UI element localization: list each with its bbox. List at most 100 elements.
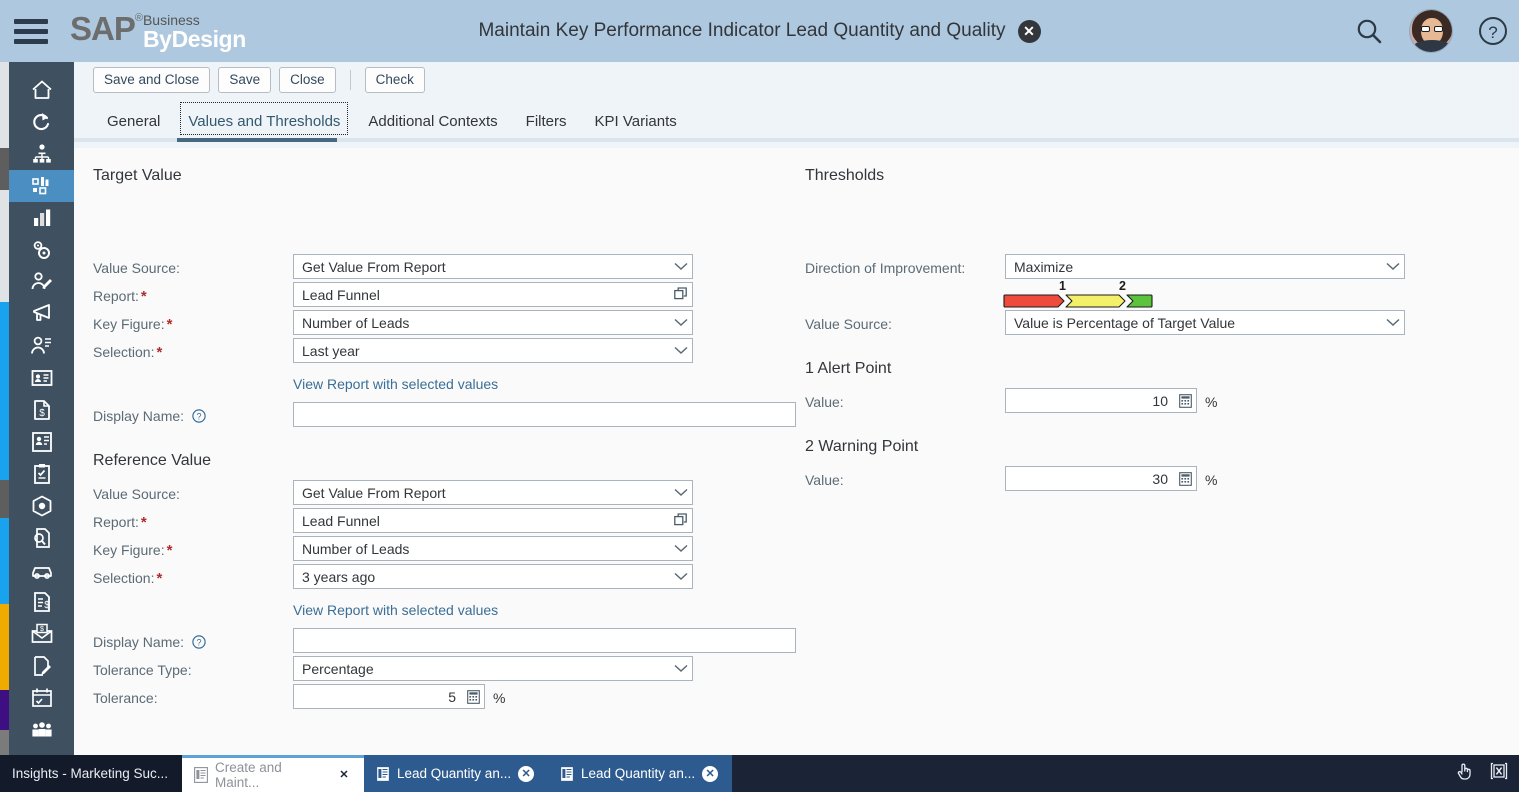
info-icon[interactable]: ? — [192, 409, 206, 426]
sidebar-item-dashboard[interactable] — [9, 170, 74, 202]
sidebar-item-org-chart[interactable] — [9, 138, 74, 170]
help-icon[interactable]: ? — [1473, 11, 1513, 51]
sidebar-item-calendar[interactable] — [9, 682, 74, 714]
close-icon[interactable]: ✕ — [702, 765, 719, 782]
taskbar-item-insights[interactable]: Insights - Marketing Suc... — [0, 755, 182, 792]
thresholds-value-source-select[interactable]: Value is Percentage of Target Value — [1005, 310, 1405, 335]
target-key-figure-value: Number of Leads — [302, 314, 410, 331]
calculator-icon[interactable] — [1174, 471, 1196, 486]
reference-view-report-link[interactable]: View Report with selected values — [293, 602, 498, 618]
sidebar-item-person-list[interactable] — [9, 330, 74, 362]
tab-kpi-variants[interactable]: KPI Variants — [581, 104, 691, 138]
tab-additional-contexts-label: Additional Contexts — [368, 112, 498, 130]
sidebar-item-people[interactable] — [9, 714, 74, 746]
target-key-figure-select[interactable]: Number of Leads — [293, 310, 693, 335]
threshold-segment-alert — [1003, 294, 1065, 308]
chevron-down-icon[interactable] — [670, 544, 692, 553]
accent-strip-blue-1 — [0, 302, 9, 480]
close-window-icon[interactable] — [1489, 761, 1509, 786]
chevron-down-icon[interactable] — [670, 262, 692, 271]
taskbar-item-lead-quantity-2[interactable]: Lead Quantity an... ✕ — [548, 755, 732, 792]
chevron-down-icon[interactable] — [1382, 262, 1404, 271]
sidebar-item-financials[interactable]: $ — [9, 586, 74, 618]
calculator-icon[interactable] — [1174, 393, 1196, 408]
alert-point-value-input[interactable]: 10 — [1005, 388, 1197, 413]
thresholds-value-source-label: Value Source: — [805, 316, 892, 332]
chevron-down-icon[interactable] — [670, 318, 692, 327]
taskbar-item-lead-quantity-1[interactable]: Lead Quantity an... ✕ — [364, 755, 548, 792]
reference-display-name-label: Display Name: ? — [93, 634, 206, 652]
reference-selection-select[interactable]: 3 years ago — [293, 564, 693, 589]
dashboard-icon — [31, 177, 48, 195]
target-selection-select[interactable]: Last year — [293, 338, 693, 363]
svg-text:?: ? — [1488, 23, 1497, 42]
sidebar-item-travel[interactable] — [9, 554, 74, 586]
tab-filters[interactable]: Filters — [512, 104, 581, 138]
reference-value-source-select[interactable]: Get Value From Report — [293, 480, 693, 505]
sidebar-item-person-edit[interactable] — [9, 266, 74, 298]
save-and-close-button[interactable]: Save and Close — [93, 67, 211, 93]
save-button[interactable]: Save — [218, 67, 272, 93]
sidebar-item-contacts[interactable] — [9, 362, 74, 394]
required-marker: * — [156, 570, 163, 587]
app-header: SAP ® Business ByDesign Maintain Key Per… — [0, 0, 1519, 62]
target-value-source-select[interactable]: Get Value From Report — [293, 254, 693, 279]
threshold-segment-warning — [1065, 294, 1126, 308]
warning-point-value: 30 — [1152, 470, 1168, 487]
chevron-down-icon[interactable] — [670, 488, 692, 497]
sidebar-item-refresh[interactable] — [9, 106, 74, 138]
alert-point-title: 1 Alert Point — [805, 360, 892, 377]
tolerance-type-select[interactable]: Percentage — [293, 656, 693, 681]
sidebar-item-payroll[interactable] — [9, 426, 74, 458]
direction-of-improvement-select[interactable]: Maximize — [1005, 254, 1405, 279]
sidebar-item-products[interactable] — [9, 490, 74, 522]
header-actions: ? — [1349, 0, 1513, 62]
hand-pointer-icon[interactable] — [1455, 761, 1475, 786]
avatar[interactable] — [1409, 9, 1453, 53]
svg-text:$: $ — [39, 408, 45, 419]
chevron-down-icon[interactable] — [1382, 318, 1404, 327]
tab-values-and-thresholds[interactable]: Values and Thresholds — [174, 102, 354, 138]
target-view-report-link[interactable]: View Report with selected values — [293, 376, 498, 392]
taskbar-item-create-and-maintain[interactable]: Create and Maint... ✕ — [182, 755, 364, 792]
invoice-document-icon: $ — [33, 400, 50, 420]
close-icon[interactable]: ✕ — [336, 767, 352, 783]
close-icon[interactable]: ✕ — [518, 765, 535, 782]
target-display-name-input[interactable] — [293, 402, 796, 427]
warning-point-value-input[interactable]: 30 — [1005, 466, 1197, 491]
close-icon[interactable]: ✕ — [1017, 19, 1041, 43]
search-icon[interactable] — [1349, 11, 1389, 51]
tab-general[interactable]: General — [93, 104, 174, 138]
sidebar-item-bar-chart[interactable] — [9, 202, 74, 234]
person-list-icon — [30, 336, 51, 354]
reference-report-input[interactable]: Lead Funnel — [293, 508, 693, 533]
chevron-down-icon[interactable] — [670, 346, 692, 355]
chevron-down-icon[interactable] — [670, 572, 692, 581]
calculator-icon[interactable] — [462, 689, 484, 704]
value-help-icon[interactable] — [670, 513, 692, 528]
sidebar-item-tasks[interactable] — [9, 458, 74, 490]
sidebar-item-invoice[interactable]: $ — [9, 394, 74, 426]
reference-key-figure-select[interactable]: Number of Leads — [293, 536, 693, 561]
close-button[interactable]: Close — [279, 67, 336, 93]
sidebar-item-campaigns[interactable] — [9, 298, 74, 330]
hamburger-menu-icon[interactable] — [0, 0, 62, 62]
sidebar-item-home[interactable] — [9, 74, 74, 106]
sidebar-item-settings[interactable] — [9, 234, 74, 266]
tab-additional-contexts[interactable]: Additional Contexts — [354, 104, 511, 138]
tolerance-value: 5 — [448, 688, 456, 705]
tolerance-input[interactable]: 5 — [293, 684, 485, 709]
sidebar-item-document-search[interactable] — [9, 522, 74, 554]
value-help-icon[interactable] — [670, 287, 692, 302]
reference-value-source-label: Value Source: — [93, 486, 180, 502]
check-button[interactable]: Check — [364, 67, 425, 93]
info-icon[interactable]: ? — [192, 635, 206, 652]
svg-text:$: $ — [40, 626, 44, 633]
sidebar-item-document-edit[interactable] — [9, 650, 74, 682]
required-marker: * — [166, 542, 173, 559]
sidebar-item-billing[interactable]: $ — [9, 618, 74, 650]
reference-display-name-input[interactable] — [293, 628, 796, 653]
chevron-down-icon[interactable] — [670, 664, 692, 673]
clipboard-check-icon — [33, 464, 50, 484]
target-report-input[interactable]: Lead Funnel — [293, 282, 693, 307]
